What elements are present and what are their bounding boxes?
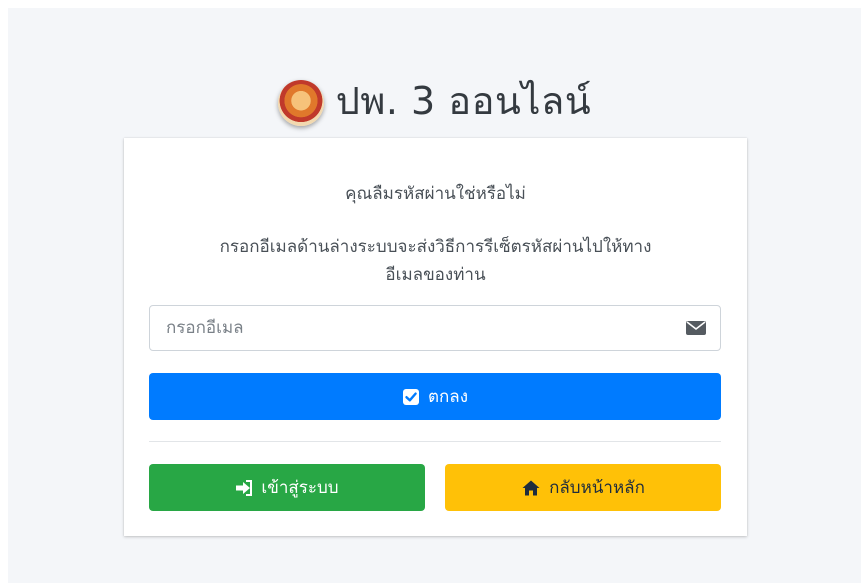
email-input[interactable] (150, 318, 686, 338)
email-field-group (149, 305, 721, 351)
reset-instructions-line-2: อีเมลของท่าน (385, 265, 486, 285)
app-title: ปพ. 3 ออนไลน์ (335, 78, 592, 123)
login-button[interactable]: เข้าสู่ระบบ (149, 464, 425, 511)
forgot-password-card: คุณลืมรหัสผ่านใช่หรือไม่ กรอกอีเมลด้านล่… (124, 138, 747, 536)
reset-instructions-line-1: กรอกอีเมลด้านล่างระบบจะส่งวิธีการรีเซ็ตร… (219, 237, 652, 257)
envelope-icon (686, 321, 706, 335)
back-to-home-button[interactable]: กลับหน้าหลัก (445, 464, 721, 511)
submit-button[interactable]: ตกลง (149, 373, 721, 420)
reset-instructions: กรอกอีเมลด้านล่างระบบจะส่งวิธีการรีเซ็ตร… (124, 233, 747, 289)
brand-header: ปพ. 3 ออนไลน์ (8, 70, 861, 130)
sign-in-icon (236, 479, 253, 496)
login-button-label: เข้าสู่ระบบ (261, 478, 339, 498)
forgot-password-prompt: คุณลืมรหัสผ่านใช่หรือไม่ (345, 184, 526, 204)
page-background: ปพ. 3 ออนไลน์ คุณลืมรหัสผ่านใช่หรือไม่ ก… (8, 8, 861, 583)
home-icon (522, 480, 540, 495)
back-to-home-button-label: กลับหน้าหลัก (549, 478, 645, 498)
divider (149, 441, 721, 442)
school-emblem-logo (277, 80, 324, 126)
submit-button-label: ตกลง (427, 387, 469, 407)
check-square-icon (402, 388, 419, 405)
